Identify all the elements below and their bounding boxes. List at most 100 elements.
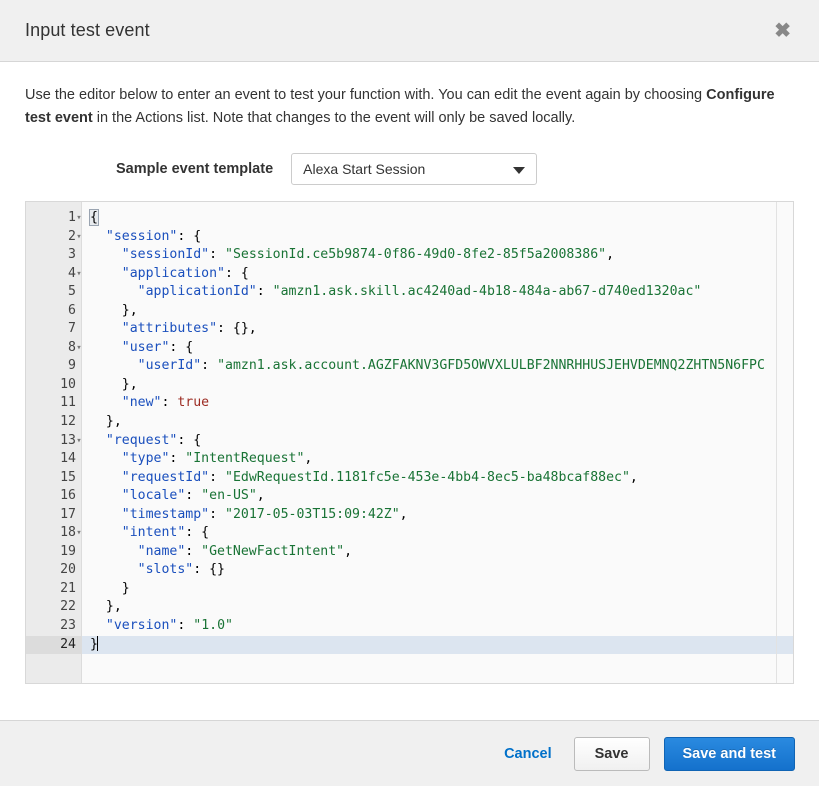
editor-code-line: "sessionId": "SessionId.ce5b9874-0f86-49…	[82, 246, 793, 265]
editor-line-number: 7	[68, 321, 76, 337]
json-code-editor[interactable]: 1 ▾ 2 ▾ 3 4 ▾ 5 6 7 8 ▾ 9 10 11 12 13 ▾ 14 15 16 17 18 ▾ 19 20 21 2…	[25, 200, 794, 684]
sample-event-template-select-wrap: Alexa Start Session	[291, 152, 538, 185]
code-token-key: "locale"	[121, 488, 186, 504]
code-token-punc: :	[169, 451, 186, 467]
editor-line-number: 24	[26, 635, 81, 655]
code-token-punc: :	[177, 618, 194, 633]
code-token-str: "GetNewFactIntent"	[201, 543, 345, 559]
editor-line-number: 23	[60, 618, 76, 633]
code-token-key: "session"	[105, 228, 178, 244]
editor-code-line: "attributes": {},	[82, 320, 793, 339]
code-token-punc: :	[161, 395, 178, 411]
code-token-punc: ,	[606, 247, 615, 263]
editor-line-number: 13 ▾	[26, 432, 82, 451]
code-token-punc: ,	[399, 506, 408, 522]
code-token-key: "applicationId"	[137, 284, 257, 300]
code-token-punc: },	[121, 376, 138, 392]
editor-line-number: 21	[60, 580, 76, 596]
editor-line-number: 12	[60, 413, 76, 429]
save-and-test-button[interactable]: Save and test	[663, 736, 795, 771]
editor-print-margin	[776, 201, 777, 683]
editor-code-line: },	[82, 376, 793, 395]
sample-event-template-select[interactable]: Alexa Start Session	[291, 152, 538, 185]
code-token-str: "IntentRequest"	[185, 451, 305, 467]
editor-line-number: 19	[60, 543, 76, 559]
dialog-header: Input test event ✖	[0, 0, 819, 62]
editor-code-line: "type": "IntentRequest",	[82, 450, 793, 469]
code-token-punc: },	[105, 599, 122, 615]
editor-code-line: },	[82, 413, 793, 432]
save-button[interactable]: Save	[573, 736, 650, 771]
editor-code-line: "requestId": "EdwRequestId.1181fc5e-453e…	[82, 469, 793, 488]
code-token-punc: :	[209, 247, 225, 263]
sample-event-template-label: Sample event template	[116, 160, 274, 177]
code-token-punc: :	[209, 506, 225, 522]
code-token-key: "application"	[121, 265, 225, 281]
editor-line-number: 16	[60, 488, 76, 504]
editor-code-line: {	[82, 208, 793, 228]
close-icon[interactable]: ✖	[766, 17, 799, 45]
code-token-str: "2017-05-03T15:09:42Z"	[225, 506, 400, 522]
editor-code-line: "locale": "en-US",	[82, 487, 793, 506]
editor-line-number: 8 ▾	[26, 339, 82, 358]
code-token-key: "version"	[105, 618, 178, 633]
editor-line-number: 4 ▾	[26, 265, 82, 284]
code-token-punc: :	[209, 469, 225, 485]
sample-event-template-row: Sample event template Alexa Start Sessio…	[25, 152, 794, 185]
code-token-key: "name"	[137, 543, 186, 559]
code-token-punc: :	[256, 284, 273, 300]
code-token-key: "attributes"	[121, 321, 218, 337]
cancel-button[interactable]: Cancel	[496, 740, 560, 768]
text-cursor	[96, 635, 98, 651]
code-token-key: "sessionId"	[121, 247, 210, 263]
code-token-str: "amzn1.ask.account.AGZFAKNV3GFD5OWVXLULB…	[217, 358, 765, 374]
code-token-punc: : {},	[217, 321, 257, 337]
editor-line-number: 9	[68, 358, 76, 374]
code-token-punc: : {	[185, 525, 210, 541]
dialog-footer: Cancel Save Save and test	[0, 720, 819, 786]
editor-code-line: "slots": {}	[82, 561, 793, 580]
code-token-key: "slots"	[137, 562, 194, 578]
editor-line-number: 18 ▾	[26, 524, 82, 543]
code-token-punc: ,	[344, 543, 353, 559]
code-token-punc: : {	[169, 339, 194, 355]
code-token-punc: ,	[629, 469, 638, 485]
editor-line-number: 6	[68, 302, 76, 318]
editor-code-line: "intent": {	[82, 524, 793, 543]
code-token-punc: : {	[224, 265, 249, 281]
description-text-part1: Use the editor below to enter an event t…	[25, 87, 707, 103]
editor-line-number: 20	[60, 562, 76, 578]
code-token-punc: },	[121, 302, 138, 318]
page-title: Input test event	[25, 20, 150, 40]
dialog-body: Use the editor below to enter an event t…	[0, 62, 819, 720]
code-token-str: "en-US"	[201, 488, 257, 504]
code-token-str: "EdwRequestId.1181fc5e-453e-4bb4-8ec5-ba…	[225, 469, 630, 485]
editor-code-line: "new": true	[82, 394, 793, 413]
editor-code-area[interactable]: { "session" : { "sessionId": "SessionId.c…	[82, 201, 793, 683]
editor-code-line: "request": {	[82, 432, 793, 451]
dialog-description: Use the editor below to enter an event t…	[25, 84, 794, 131]
editor-line-number: 22	[60, 599, 76, 615]
description-text-part2: in the Actions list. Note that changes t…	[92, 110, 576, 127]
code-token-key: "new"	[121, 395, 162, 411]
code-token-key: "request"	[105, 432, 178, 448]
editor-line-number: 15	[60, 469, 76, 485]
code-token-key: "type"	[121, 451, 170, 467]
editor-line-number: 14	[60, 451, 76, 467]
editor-code-line: },	[82, 302, 793, 321]
